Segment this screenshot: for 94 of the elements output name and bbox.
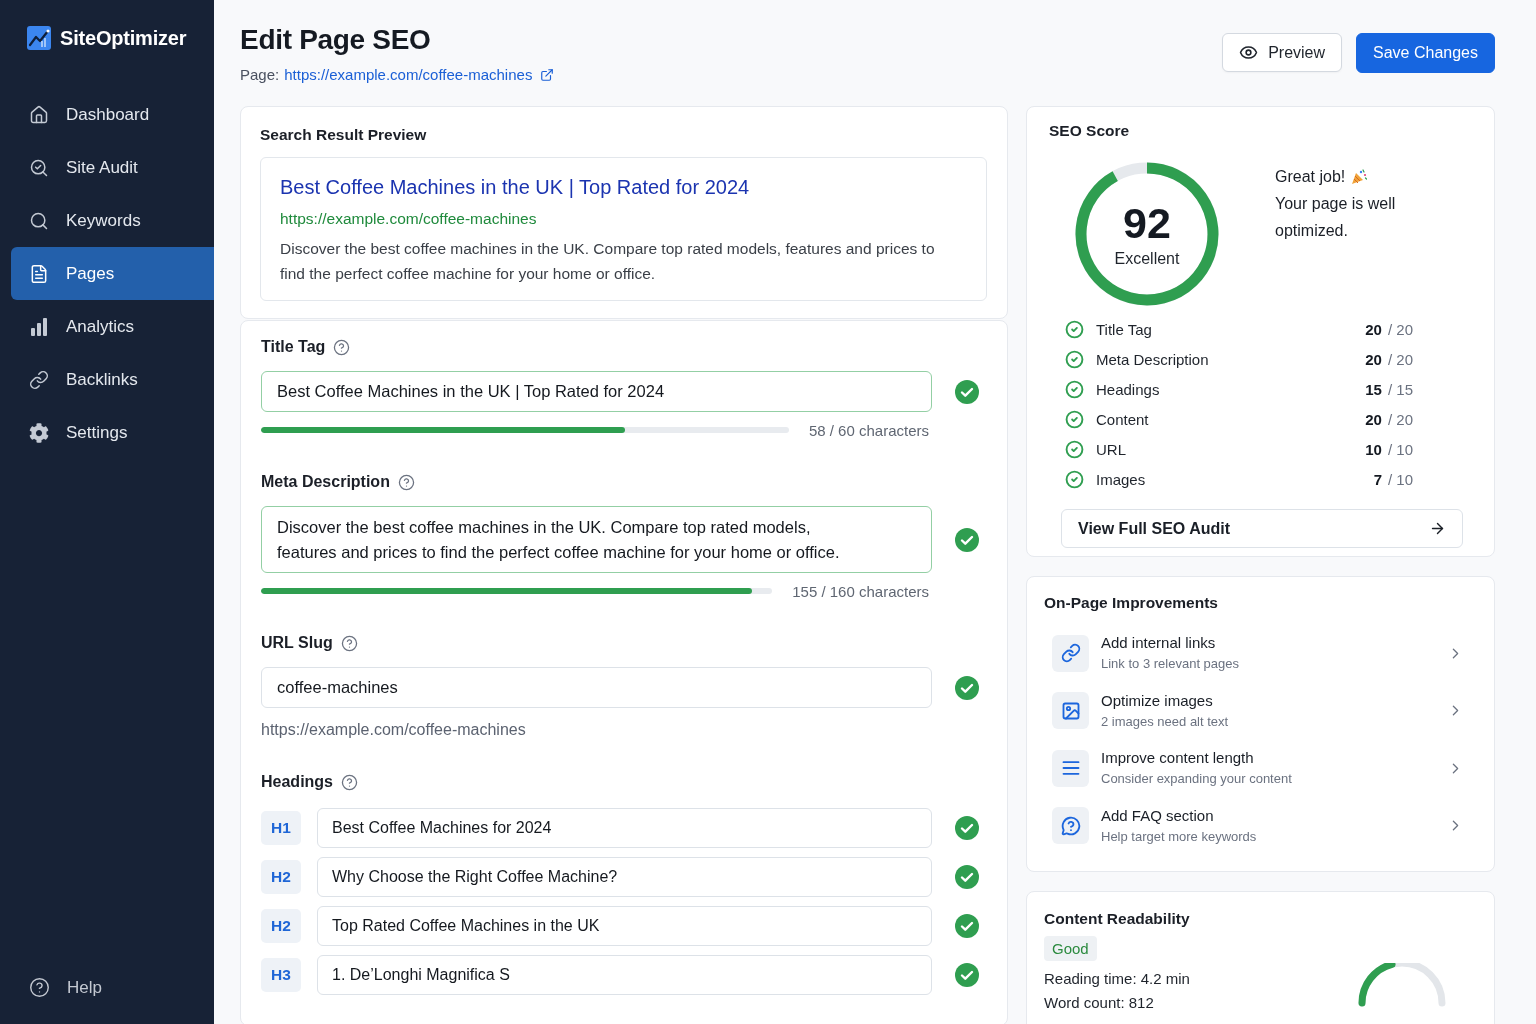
- message-text: Your page is well optimized.: [1275, 194, 1397, 241]
- card-title: On-Page Improvements: [1044, 593, 1218, 613]
- character-count: 58 / 60 characters: [808, 421, 930, 439]
- help-icon: [29, 977, 50, 998]
- reading-time: Reading time: 4.2 min: [1044, 968, 1190, 989]
- link-icon: [29, 369, 49, 390]
- score-category: Images: [1096, 470, 1146, 488]
- arrow-right-icon: [1429, 520, 1446, 537]
- url-preview: https://example.com/coffee-machines: [261, 720, 526, 740]
- search-icon: [29, 210, 49, 231]
- nav-item[interactable]: Dashboard: [11, 88, 214, 141]
- text-lines-icon: [1052, 749, 1089, 787]
- heading-tag: H2: [261, 860, 301, 894]
- eye-icon: [1239, 43, 1259, 62]
- settings-icon: [29, 422, 49, 443]
- improvement-subtitle: Help target more keywords: [1101, 827, 1257, 846]
- score-category: Meta Description: [1096, 350, 1209, 368]
- heading-tag: H1: [261, 811, 301, 845]
- category-score: 20: [1365, 320, 1382, 338]
- rating-badge: Good: [1044, 935, 1097, 961]
- preview-button[interactable]: Preview: [1222, 33, 1343, 72]
- field-label: URL Slug: [261, 633, 333, 653]
- improvement-title: Optimize images: [1101, 690, 1213, 711]
- input-field[interactable]: Best Coffee Machines for 2024: [317, 808, 932, 848]
- preview-url: https://example.com/coffee-machines: [280, 209, 537, 229]
- heading-tag: H2: [261, 909, 301, 943]
- category-score: 7: [1373, 470, 1382, 488]
- score-category: URL: [1096, 440, 1126, 458]
- improvement-title: Improve content length: [1101, 748, 1254, 768]
- help-nav-item[interactable]: Help: [11, 961, 214, 1014]
- document-icon: [29, 263, 49, 284]
- input-field[interactable]: Best Coffee Machines in the UK | Top Rated for 2024: [261, 371, 932, 412]
- improvement-subtitle: Consider expanding your content: [1101, 770, 1292, 788]
- improvement-subtitle: Link to 3 relevant pages: [1101, 655, 1240, 673]
- category-score: 20: [1365, 410, 1382, 428]
- category-max: / 15: [1387, 380, 1413, 398]
- brand-name: SiteOptimizer: [60, 26, 187, 50]
- score-rating: Excellent: [1114, 249, 1180, 269]
- bar-chart-icon: [29, 316, 49, 337]
- card-title: Content Readability: [1044, 908, 1190, 929]
- help-icon[interactable]: [397, 473, 415, 491]
- character-count: 155 / 160 characters: [792, 582, 930, 600]
- help-icon[interactable]: [340, 634, 358, 652]
- help-icon[interactable]: [333, 338, 351, 356]
- category-max: / 20: [1387, 410, 1413, 428]
- nav-item[interactable]: Pages: [11, 247, 214, 300]
- preview-description: Discover the best coffee machines in the UK. Compare top rated models, features and prices to find the perfect coffee machine for your home or office.: [280, 239, 936, 284]
- view-audit-button[interactable]: View Full SEO Audit: [1061, 509, 1463, 548]
- heading-tag: H3: [261, 958, 301, 992]
- party-popper-icon: [1351, 168, 1368, 185]
- word-count: Word count: 812: [1044, 992, 1154, 1013]
- improvement-title: Add FAQ section: [1101, 805, 1214, 826]
- field-label: Headings: [261, 772, 333, 792]
- score-category: Title Tag: [1096, 320, 1152, 338]
- nav-item[interactable]: Analytics: [11, 300, 214, 353]
- score-number: 92: [1123, 201, 1171, 245]
- improvement-title: Add internal links: [1101, 633, 1216, 653]
- category-score: 10: [1365, 440, 1382, 458]
- category-max: / 20: [1387, 350, 1413, 368]
- category-score: 15: [1365, 380, 1382, 398]
- category-score: 20: [1365, 350, 1382, 368]
- input-field[interactable]: Why Choose the Right Coffee Machine?: [317, 857, 932, 897]
- home-icon: [29, 104, 49, 125]
- score-category: Content: [1096, 410, 1149, 428]
- save-button[interactable]: Save Changes: [1356, 33, 1495, 73]
- preview-title: Best Coffee Machines in the UK | Top Rated for 2024: [280, 175, 750, 199]
- link-icon: [1052, 634, 1089, 672]
- search-check-icon: [29, 157, 49, 178]
- nav-item[interactable]: Keywords: [11, 194, 214, 247]
- input-field[interactable]: Top Rated Coffee Machines in the UK: [317, 906, 932, 946]
- card-title: SEO Score: [1049, 121, 1130, 141]
- field-label: Meta Description: [261, 472, 390, 492]
- field-label: Title Tag: [261, 337, 326, 357]
- category-max: / 20: [1387, 320, 1413, 338]
- nav-item[interactable]: Backlinks: [11, 353, 214, 406]
- textarea-field[interactable]: Discover the best coffee machines in the UK. Compare top rated models, features and prices to find the perfect coffee machine for your home or office.: [261, 506, 932, 573]
- improvement-subtitle: 2 images need alt text: [1101, 712, 1229, 731]
- external-link-icon[interactable]: [540, 68, 555, 82]
- category-max: / 10: [1387, 470, 1413, 488]
- page-title: Edit Page SEO: [240, 23, 431, 57]
- message-title: Great job!: [1275, 167, 1346, 187]
- category-max: / 10: [1387, 440, 1413, 458]
- card-title: Search Result Preview: [260, 125, 427, 145]
- image-icon: [1052, 692, 1089, 729]
- logo-icon: [27, 26, 51, 50]
- score-category: Headings: [1096, 380, 1160, 398]
- page-label: Page:: [240, 65, 280, 85]
- help-icon[interactable]: [341, 773, 358, 791]
- question-bubble-icon: [1052, 807, 1089, 844]
- input-field[interactable]: 1. De’Longhi Magnifica S: [317, 955, 932, 995]
- page-link[interactable]: https://example.com/coffee-machines: [284, 65, 533, 85]
- input-field[interactable]: coffee-machines: [261, 667, 932, 708]
- nav-item[interactable]: Settings: [11, 406, 214, 459]
- nav-item[interactable]: Site Audit: [11, 141, 214, 194]
